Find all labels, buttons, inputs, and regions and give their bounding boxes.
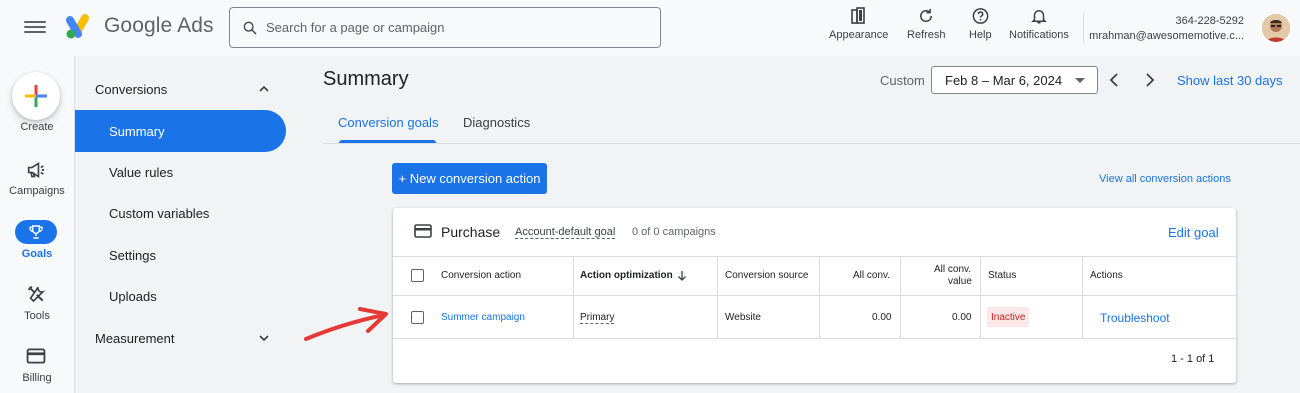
dropdown-arrow-icon (1075, 78, 1085, 83)
campaigns-nav[interactable] (25, 160, 47, 180)
tools-nav[interactable] (25, 284, 47, 304)
appearance-icon (850, 7, 865, 24)
card-icon (414, 224, 432, 238)
new-conversion-action-button[interactable]: + New conversion action (392, 163, 547, 194)
notifications-button[interactable]: Notifications (1009, 7, 1069, 41)
tools-label: Tools (24, 310, 50, 322)
nav-section-measurement[interactable]: Measurement (95, 331, 174, 346)
app-root: Google Ads Appearance Refresh Help Notif… (0, 0, 1300, 393)
nav-section-conversions[interactable]: Conversions (95, 82, 167, 97)
ads-logo-icon (66, 14, 89, 39)
column-divider (900, 256, 901, 338)
avatar-image (1262, 14, 1290, 42)
appearance-label: Appearance (829, 29, 889, 41)
sort-arrow-down-icon[interactable] (677, 270, 687, 282)
nav-item-settings[interactable]: Settings (109, 248, 156, 263)
refresh-icon (920, 8, 933, 22)
goals-label: Goals (21, 248, 53, 260)
page-title: Summary (323, 68, 409, 90)
card-icon (26, 348, 46, 364)
search-icon (243, 21, 257, 35)
table-header-border (393, 295, 1236, 296)
troubleshoot-link[interactable]: Troubleshoot (1100, 311, 1170, 325)
notifications-label: Notifications (1009, 29, 1069, 41)
nav-item-value-rules[interactable]: Value rules (109, 165, 173, 180)
header-divider (1083, 12, 1084, 44)
menu-icon[interactable] (24, 18, 46, 38)
row-checkbox[interactable] (411, 311, 424, 324)
goal-badge[interactable]: Account-default goal (515, 226, 616, 239)
date-range-picker[interactable]: Feb 8 – Mar 6, 2024 (931, 66, 1098, 94)
chevron-right-icon[interactable] (1144, 72, 1156, 88)
search-input[interactable] (266, 20, 646, 35)
column-header-conversion-action[interactable]: Conversion action (441, 270, 521, 281)
avatar[interactable] (1262, 14, 1290, 42)
google-ads-logo[interactable]: Google Ads (66, 13, 214, 39)
create-label: Create (20, 121, 54, 133)
all-conv-value-value: 0.00 (952, 312, 972, 323)
account-id: 364-228-5292 (1175, 15, 1244, 27)
help-icon (972, 8, 989, 24)
tab-diagnostics[interactable]: Diagnostics (463, 115, 530, 130)
nav-item-uploads[interactable]: Uploads (109, 289, 157, 304)
refresh-button[interactable]: Refresh (907, 7, 946, 41)
status-badge: Inactive (987, 307, 1030, 327)
conversion-action-link[interactable]: Summer campaign (441, 312, 525, 323)
annotation-arrow-icon (304, 307, 388, 341)
search-bar[interactable] (229, 7, 661, 48)
goals-nav[interactable] (15, 220, 57, 244)
column-divider (1082, 256, 1083, 338)
tools-icon (27, 285, 46, 303)
create-button[interactable] (12, 72, 60, 120)
chevron-up-icon[interactable] (258, 84, 270, 94)
tabs-divider (323, 143, 1300, 144)
account-switcher[interactable]: 364-228-5292 mrahman@awesomemotive.c... (1089, 14, 1244, 44)
chevron-left-icon[interactable] (1108, 72, 1120, 88)
billing-label: Billing (22, 372, 52, 384)
column-header-all-conv-value-line1[interactable]: All conv. (934, 264, 971, 275)
column-header-actions: Actions (1090, 270, 1123, 281)
nav-item-summary[interactable] (75, 110, 286, 152)
help-label: Help (969, 29, 992, 41)
conversion-source-value: Website (725, 312, 761, 323)
column-divider (717, 256, 718, 338)
top-header: Google Ads Appearance Refresh Help Notif… (0, 0, 1300, 56)
edit-goal-link[interactable]: Edit goal (1168, 225, 1219, 240)
goal-title: Purchase (441, 224, 501, 240)
select-all-checkbox[interactable] (411, 269, 424, 282)
column-header-status[interactable]: Status (988, 270, 1016, 281)
pagination-text: 1 - 1 of 1 (1171, 353, 1215, 365)
column-header-action-optimization[interactable]: Action optimization (580, 270, 673, 281)
bell-icon (1031, 10, 1047, 24)
campaigns-label: Campaigns (9, 185, 65, 197)
all-conv-value: 0.00 (872, 312, 892, 323)
appearance-button[interactable]: Appearance (829, 7, 888, 41)
app-name: Google Ads (104, 14, 214, 37)
table-row-border (393, 338, 1236, 339)
date-range-label: Custom (880, 73, 925, 88)
column-header-all-conv-value-line2[interactable]: value (948, 276, 972, 287)
nav-item-summary-label: Summary (109, 124, 165, 139)
column-header-conversion-source[interactable]: Conversion source (725, 270, 808, 281)
show-last-30-days-link[interactable]: Show last 30 days (1177, 73, 1283, 88)
help-button[interactable]: Help (969, 7, 992, 41)
trophy-icon (29, 225, 43, 239)
nav-item-custom-variables[interactable]: Custom variables (109, 206, 209, 221)
table-top-border (393, 256, 1236, 257)
view-all-conversion-actions-link[interactable]: View all conversion actions (1099, 173, 1231, 185)
goal-campaign-count: 0 of 0 campaigns (632, 226, 716, 238)
column-divider (980, 256, 981, 338)
tab-conversion-goals[interactable]: Conversion goals (338, 115, 438, 130)
billing-nav[interactable] (25, 347, 47, 365)
megaphone-icon (27, 161, 45, 179)
column-divider (819, 256, 820, 338)
action-optimization-value[interactable]: Primary (580, 312, 615, 324)
account-email: mrahman@awesomemotive.c... (1089, 30, 1244, 42)
column-divider (573, 256, 574, 338)
refresh-label: Refresh (907, 29, 946, 41)
plus-icon (25, 85, 47, 107)
column-header-all-conv[interactable]: All conv. (853, 270, 890, 281)
date-range-value: Feb 8 – Mar 6, 2024 (945, 72, 1063, 88)
chevron-down-icon[interactable] (258, 333, 270, 343)
